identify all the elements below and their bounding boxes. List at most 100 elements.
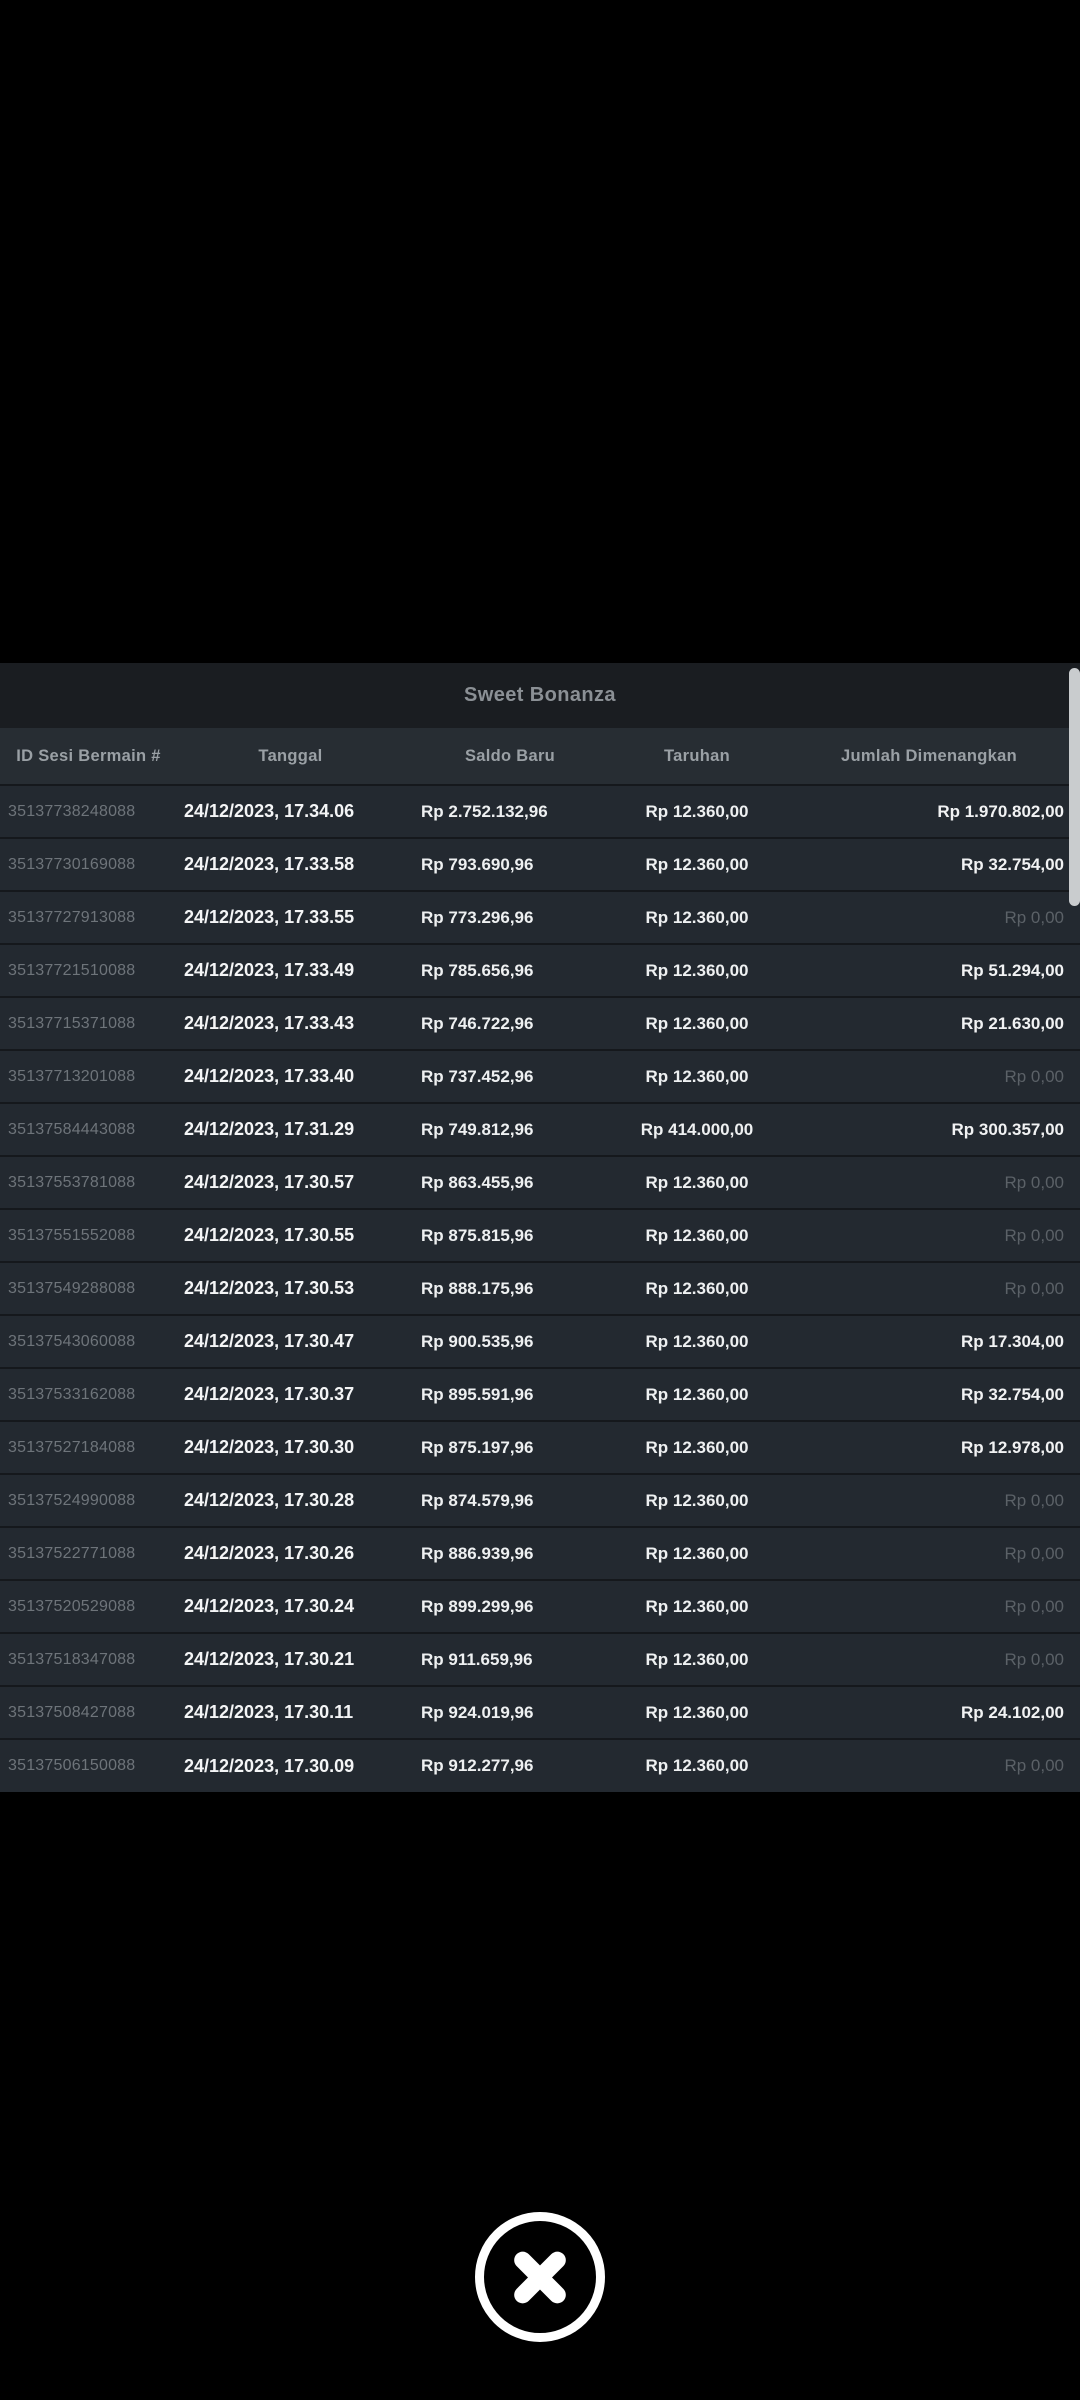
bet-cell: Rp 12.360,00 <box>645 1596 749 1616</box>
session-id-cell: 35137738248088 <box>8 802 136 820</box>
new-balance-cell: Rp 785.656,96 <box>421 960 534 980</box>
date-cell: 24/12/2023, 17.30.28 <box>184 1490 355 1510</box>
new-balance-cell: Rp 911.659,96 <box>421 1649 533 1669</box>
close-button[interactable] <box>475 2212 605 2342</box>
bet-cell: Rp 12.360,00 <box>645 1543 749 1563</box>
bet-cell: Rp 12.360,00 <box>645 1756 749 1775</box>
new-balance-cell: Rp 793.690,96 <box>421 854 534 874</box>
session-id-cell: 35137518347088 <box>8 1650 136 1668</box>
bet-cell: Rp 12.360,00 <box>645 1331 749 1351</box>
bet-cell: Rp 414.000,00 <box>640 1119 754 1139</box>
table-row: 35137508427088 24/12/2023, 17.30.11 Rp 9… <box>0 1686 1080 1739</box>
date-cell: 24/12/2023, 17.34.06 <box>184 801 355 821</box>
column-header: Jumlah Dimenangkan <box>841 746 1017 765</box>
new-balance-cell: Rp 737.452,96 <box>421 1066 534 1086</box>
table-row: 35137520529088 24/12/2023, 17.30.24 Rp 8… <box>0 1580 1080 1633</box>
bet-cell: Rp 12.360,00 <box>645 1172 749 1192</box>
session-id-cell: 35137520529088 <box>8 1597 136 1615</box>
date-cell: 24/12/2023, 17.33.58 <box>184 854 355 874</box>
amount-won-cell: Rp 300.357,00 <box>951 1119 1064 1139</box>
session-id-cell: 35137715371088 <box>8 1014 136 1032</box>
amount-won-cell: Rp 0,00 <box>1004 1066 1064 1086</box>
amount-won-cell: Rp 0,00 <box>1004 1649 1064 1669</box>
amount-won-cell: Rp 0,00 <box>1004 1596 1064 1616</box>
new-balance-cell: Rp 2.752.132,96 <box>421 801 548 821</box>
session-id-cell: 35137551552088 <box>8 1226 136 1244</box>
date-cell: 24/12/2023, 17.30.09 <box>184 1755 355 1776</box>
amount-won-cell: Rp 0,00 <box>1004 907 1064 927</box>
date-cell: 24/12/2023, 17.30.24 <box>184 1596 355 1616</box>
new-balance-cell: Rp 874.579,96 <box>421 1490 534 1510</box>
session-id-cell: 35137553781088 <box>8 1173 136 1191</box>
table-row: 35137584443088 24/12/2023, 17.31.29 Rp 7… <box>0 1103 1080 1156</box>
table-row: 35137721510088 24/12/2023, 17.33.49 Rp 7… <box>0 944 1080 997</box>
bet-cell: Rp 12.360,00 <box>645 1649 749 1669</box>
date-cell: 24/12/2023, 17.30.26 <box>184 1543 355 1563</box>
amount-won-cell: Rp 1.970.802,00 <box>937 801 1064 821</box>
date-cell: 24/12/2023, 17.30.11 <box>184 1702 354 1722</box>
table-row: 35137518347088 24/12/2023, 17.30.21 Rp 9… <box>0 1633 1080 1686</box>
amount-won-cell: Rp 0,00 <box>1004 1278 1064 1298</box>
new-balance-cell: Rp 875.197,96 <box>421 1437 534 1457</box>
date-cell: 24/12/2023, 17.30.53 <box>184 1278 355 1298</box>
amount-won-cell: Rp 0,00 <box>1004 1756 1064 1775</box>
table-row: 35137522771088 24/12/2023, 17.30.26 Rp 8… <box>0 1527 1080 1580</box>
dialog-title-bar: Sweet Bonanza <box>0 663 1080 728</box>
table-header: ID Sesi Bermain # Tanggal Saldo Baru Taruha… <box>0 728 1080 785</box>
amount-won-cell: Rp 12.978,00 <box>960 1437 1064 1457</box>
bet-cell: Rp 12.360,00 <box>645 1225 749 1245</box>
new-balance-cell: Rp 886.939,96 <box>421 1543 534 1563</box>
table-row: 35137727913088 24/12/2023, 17.33.55 Rp 7… <box>0 891 1080 944</box>
new-balance-cell: Rp 912.277,96 <box>421 1756 534 1775</box>
table-row: 35137524990088 24/12/2023, 17.30.28 Rp 8… <box>0 1474 1080 1527</box>
bet-cell: Rp 12.360,00 <box>645 960 749 980</box>
amount-won-cell: Rp 0,00 <box>1004 1225 1064 1245</box>
amount-won-cell: Rp 0,00 <box>1004 1490 1064 1510</box>
session-history-table: ID Sesi Bermain # Tanggal Saldo Baru Taruha… <box>0 728 1080 1792</box>
amount-won-cell: Rp 24.102,00 <box>960 1702 1064 1722</box>
session-id-cell: 35137506150088 <box>8 1757 136 1774</box>
bet-cell: Rp 12.360,00 <box>645 801 749 821</box>
new-balance-cell: Rp 899.299,96 <box>421 1596 534 1616</box>
amount-won-cell: Rp 0,00 <box>1004 1543 1064 1563</box>
game-history-screen: Sweet Bonanza ID Sesi Bermain # Tanggal Sa… <box>0 0 1080 2400</box>
date-cell: 24/12/2023, 17.33.55 <box>184 907 355 927</box>
session-id-cell: 35137543060088 <box>8 1332 136 1350</box>
bet-cell: Rp 12.360,00 <box>645 1702 749 1722</box>
date-cell: 24/12/2023, 17.30.55 <box>184 1225 355 1245</box>
session-id-cell: 35137713201088 <box>8 1067 136 1085</box>
amount-won-cell: Rp 51.294,00 <box>960 960 1064 980</box>
date-cell: 24/12/2023, 17.30.57 <box>184 1172 355 1192</box>
bet-cell: Rp 12.360,00 <box>645 907 749 927</box>
column-header: ID Sesi Bermain # <box>16 746 161 765</box>
table-row: 35137527184088 24/12/2023, 17.30.30 Rp 8… <box>0 1421 1080 1474</box>
bet-cell: Rp 12.360,00 <box>645 854 749 874</box>
table-row: 35137738248088 24/12/2023, 17.34.06 Rp 2… <box>0 785 1080 838</box>
session-id-cell: 35137549288088 <box>8 1279 136 1297</box>
amount-won-cell: Rp 0,00 <box>1004 1172 1064 1192</box>
date-cell: 24/12/2023, 17.30.21 <box>184 1649 355 1669</box>
new-balance-cell: Rp 888.175,96 <box>421 1278 534 1298</box>
bet-cell: Rp 12.360,00 <box>645 1384 749 1404</box>
bet-cell: Rp 12.360,00 <box>645 1066 749 1086</box>
bet-cell: Rp 12.360,00 <box>645 1278 749 1298</box>
table-row: 35137543060088 24/12/2023, 17.30.47 Rp 9… <box>0 1315 1080 1368</box>
session-id-cell: 35137522771088 <box>8 1544 136 1562</box>
new-balance-cell: Rp 900.535,96 <box>421 1331 534 1351</box>
session-id-cell: 35137524990088 <box>8 1491 136 1509</box>
session-id-cell: 35137508427088 <box>8 1703 136 1721</box>
amount-won-cell: Rp 32.754,00 <box>960 1384 1064 1404</box>
table-row: 35137730169088 24/12/2023, 17.33.58 Rp 7… <box>0 838 1080 891</box>
amount-won-cell: Rp 32.754,00 <box>960 854 1064 874</box>
date-cell: 24/12/2023, 17.30.37 <box>184 1384 355 1404</box>
session-id-cell: 35137721510088 <box>8 961 136 979</box>
column-header: Saldo Baru <box>464 746 556 765</box>
table-row: 35137549288088 24/12/2023, 17.30.53 Rp 8… <box>0 1262 1080 1315</box>
date-cell: 24/12/2023, 17.30.30 <box>184 1437 355 1457</box>
date-cell: 24/12/2023, 17.30.47 <box>184 1331 355 1351</box>
column-header: Taruhan <box>664 746 730 765</box>
session-id-cell: 35137584443088 <box>8 1120 136 1138</box>
scrollbar-thumb[interactable] <box>1069 668 1080 906</box>
column-header: Tanggal <box>258 746 323 765</box>
bet-cell: Rp 12.360,00 <box>645 1013 749 1033</box>
